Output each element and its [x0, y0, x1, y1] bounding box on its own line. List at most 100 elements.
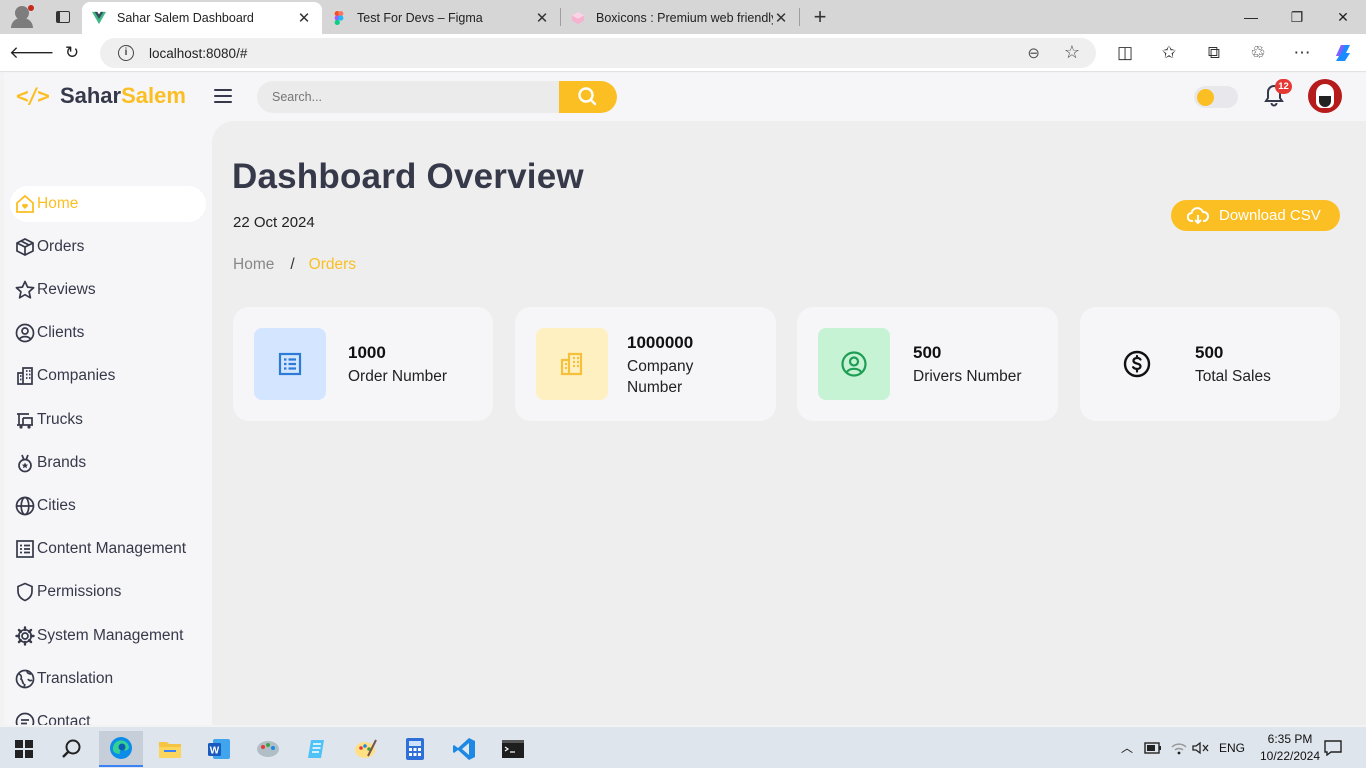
- favorite-star-icon[interactable]: ☆: [1064, 42, 1080, 63]
- windows-taskbar: W ︿ ENG 6:35 PM 10/22/2024: [0, 727, 1366, 768]
- tray-chevron-icon[interactable]: ︿: [1121, 727, 1133, 768]
- logo[interactable]: </> Sahar Salem: [16, 83, 186, 109]
- clock-date: 10/22/2024: [1259, 749, 1321, 763]
- vscode-icon[interactable]: [442, 731, 486, 767]
- sidebar-item-cities[interactable]: Cities: [10, 488, 206, 524]
- close-icon[interactable]: ✕: [773, 9, 789, 27]
- minimize-button[interactable]: —: [1228, 0, 1274, 34]
- download-csv-button[interactable]: Download CSV: [1171, 200, 1340, 231]
- windows-start-icon[interactable]: [2, 731, 46, 767]
- stat-card-companies[interactable]: 1000000 Company Number: [515, 307, 776, 421]
- extensions-icon[interactable]: ♲: [1246, 42, 1270, 64]
- breadcrumb-separator: /: [290, 256, 295, 273]
- sidebar-item-orders[interactable]: Orders: [10, 229, 206, 265]
- word-icon[interactable]: W: [197, 731, 241, 767]
- breadcrumb-current[interactable]: Orders: [309, 256, 356, 274]
- terminal-icon[interactable]: [491, 731, 535, 767]
- breadcrumb: Home / Orders: [233, 256, 356, 274]
- sidebar-item-content-management[interactable]: Content Management: [10, 531, 206, 567]
- stat-card-drivers[interactable]: 500 Drivers Number: [797, 307, 1058, 421]
- browser-tab[interactable]: Boxicons : Premium web friendly i ✕: [561, 2, 799, 34]
- sidebar-item-permissions[interactable]: Permissions: [10, 574, 206, 610]
- search-icon: [578, 87, 597, 106]
- sidebar-item-reviews[interactable]: Reviews: [10, 272, 206, 308]
- globe-icon: [15, 496, 35, 516]
- edge-browser-icon[interactable]: [99, 731, 143, 767]
- new-tab-button[interactable]: +: [800, 4, 840, 30]
- stat-card-orders[interactable]: 1000 Order Number: [233, 307, 493, 421]
- refresh-icon[interactable]: ↻: [53, 43, 91, 63]
- browser-tab-active[interactable]: Sahar Salem Dashboard ✕: [82, 2, 322, 34]
- more-options-icon[interactable]: ⋯: [1290, 42, 1314, 64]
- wifi-icon[interactable]: [1170, 727, 1188, 768]
- sidebar-item-label: Trucks: [37, 411, 83, 428]
- paint-icon[interactable]: [344, 731, 388, 767]
- sidebar-item-label: Home: [37, 195, 79, 212]
- search-input[interactable]: [257, 81, 557, 113]
- user-circle-icon: [15, 323, 35, 343]
- sidebar-item-clients[interactable]: Clients: [10, 315, 206, 351]
- sidebar-item-system-management[interactable]: System Management: [10, 618, 206, 654]
- restore-button[interactable]: ❐: [1274, 0, 1320, 34]
- sidebar-item-brands[interactable]: Brands: [10, 445, 206, 481]
- info-icon[interactable]: i: [118, 45, 134, 61]
- sidebar: Home Orders Reviews Clients Companies Tr…: [4, 121, 210, 725]
- star-icon: [15, 280, 35, 299]
- file-explorer-icon[interactable]: [148, 731, 192, 767]
- sidebar-item-label: Permissions: [37, 583, 122, 600]
- sidebar-item-label: Reviews: [37, 281, 96, 298]
- shield-icon: [17, 582, 33, 602]
- sidebar-item-home[interactable]: Home: [10, 186, 206, 222]
- calculator-icon[interactable]: [393, 731, 437, 767]
- figma-icon: [334, 11, 344, 25]
- message-icon: [15, 712, 35, 725]
- gear-icon: [15, 626, 35, 646]
- sidebar-item-companies[interactable]: Companies: [10, 358, 206, 394]
- medal-icon: [18, 454, 32, 473]
- stat-card-sales[interactable]: 500 Total Sales: [1080, 307, 1340, 421]
- close-window-button[interactable]: ✕: [1320, 0, 1366, 34]
- copilot-icon[interactable]: [1331, 42, 1355, 64]
- browser-tab[interactable]: Test For Devs – Figma ✕: [322, 2, 560, 34]
- sidebar-item-label: Contact: [37, 713, 91, 725]
- back-arrow-icon[interactable]: 🡐: [9, 43, 55, 63]
- avatar[interactable]: [1308, 79, 1342, 113]
- close-icon[interactable]: ✕: [534, 9, 550, 27]
- volume-muted-icon[interactable]: [1192, 727, 1210, 768]
- url-text[interactable]: localhost:8080/#: [149, 46, 247, 61]
- breadcrumb-home[interactable]: Home: [233, 256, 274, 274]
- sidebar-item-label: Orders: [37, 238, 85, 255]
- user-circle-icon: [818, 328, 890, 400]
- battery-icon[interactable]: [1144, 727, 1162, 768]
- receipt-icon: [254, 328, 326, 400]
- notification-center-icon[interactable]: [1324, 727, 1342, 768]
- split-screen-icon[interactable]: ◫: [1113, 42, 1137, 64]
- paint-3d-icon[interactable]: [246, 731, 290, 767]
- close-icon[interactable]: ✕: [296, 9, 312, 27]
- sidebar-item-label: Companies: [37, 367, 116, 384]
- package-icon: [16, 238, 34, 256]
- hamburger-menu-icon[interactable]: [214, 89, 232, 104]
- collections-icon[interactable]: ⧉: [1202, 42, 1226, 64]
- vuejs-icon: [92, 11, 106, 25]
- profile-icon[interactable]: [0, 0, 44, 34]
- zoom-icon[interactable]: ⊖: [1027, 44, 1040, 62]
- theme-toggle[interactable]: [1194, 86, 1238, 108]
- search-icon[interactable]: [50, 731, 94, 767]
- tab-actions-icon[interactable]: [44, 0, 82, 34]
- sidebar-item-trucks[interactable]: Trucks: [10, 402, 206, 438]
- system-clock[interactable]: 6:35 PM 10/22/2024: [1258, 731, 1322, 765]
- sidebar-item-contact[interactable]: Contact: [10, 704, 206, 725]
- home-icon: [16, 194, 34, 213]
- notepad-icon[interactable]: [295, 731, 339, 767]
- language-indicator[interactable]: ENG: [1219, 727, 1245, 768]
- address-bar[interactable]: i localhost:8080/# ⊖ ☆: [100, 38, 1096, 68]
- search-button[interactable]: [559, 81, 617, 113]
- card-value: 1000: [348, 343, 386, 362]
- sidebar-item-translation[interactable]: Translation: [10, 661, 206, 697]
- card-label: Company Number: [627, 358, 694, 396]
- card-value: 500: [1195, 343, 1224, 362]
- clock-time: 6:35 PM: [1267, 732, 1313, 746]
- favorites-icon[interactable]: ✩: [1157, 42, 1181, 64]
- tab-title: Test For Devs – Figma: [357, 11, 483, 25]
